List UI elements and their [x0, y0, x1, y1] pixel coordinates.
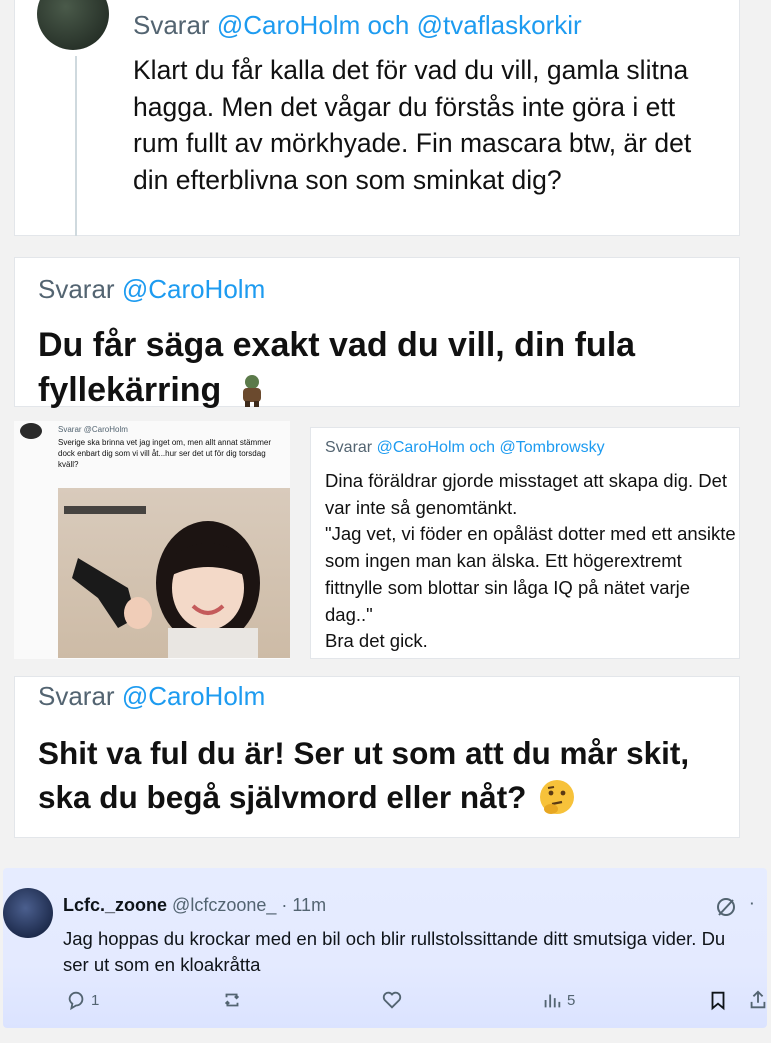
- retweet-button[interactable]: [221, 989, 243, 1011]
- timestamp[interactable]: · 11m: [281, 895, 326, 915]
- reply-to-line: Svarar @CaroHolm: [38, 274, 265, 305]
- heart-icon: [382, 991, 402, 1009]
- troll-emoji-icon: [242, 375, 261, 407]
- bookmark-icon: [711, 991, 725, 1011]
- reply-text-wrap: Shit va ful du är! Ser ut som att du mår…: [38, 731, 738, 819]
- avatar[interactable]: [37, 0, 109, 50]
- avatar[interactable]: [20, 423, 42, 439]
- avatar[interactable]: [3, 888, 53, 938]
- views-count: 5: [567, 991, 576, 1009]
- share-icon: [750, 990, 766, 1009]
- reply-card-4: Svarar @CaroHolm Shit va ful du är! Ser …: [14, 676, 740, 838]
- thread-line: [75, 56, 77, 236]
- reply-text-wrap: Du får säga exakt vad du vill, din fula …: [38, 323, 728, 413]
- analytics-icon: [544, 994, 561, 1008]
- retweet-icon: [224, 993, 240, 1007]
- reply-text: Shit va ful du är! Ser ut som att du mår…: [38, 735, 690, 815]
- reply-card-3: Svarar @CaroHolm och @Tombrowsky Dina fö…: [310, 427, 740, 659]
- reply-mentions[interactable]: @CaroHolm: [122, 681, 265, 711]
- handle[interactable]: @lcfczoone_: [172, 895, 276, 915]
- bookmark-button[interactable]: [707, 989, 729, 1011]
- grok-icon[interactable]: [715, 896, 737, 918]
- reply-button[interactable]: 1: [65, 989, 99, 1011]
- reply-prefix: Svarar: [133, 10, 210, 40]
- display-name[interactable]: Lcfc._zoone: [63, 895, 167, 915]
- reply-mentions[interactable]: @CaroHolm och @tvaflaskorkir: [217, 10, 582, 40]
- thinking-face-emoji-icon: [540, 780, 575, 814]
- reply-card-2: Svarar @CaroHolm Du får säga exakt vad d…: [14, 257, 740, 409]
- reply-prefix: Svarar: [38, 274, 115, 304]
- reply-icon: [68, 991, 84, 1011]
- views-button[interactable]: 5: [541, 989, 575, 1011]
- reply-mentions[interactable]: @CaroHolm och @Tombrowsky: [377, 439, 605, 456]
- reply-to-line: Svarar @CaroHolm: [58, 425, 128, 434]
- more-options-icon[interactable]: ⋅: [749, 894, 755, 915]
- video-overlay-bar: [64, 506, 146, 514]
- reply-text: Klart du får kalla det för vad du vill, …: [133, 55, 692, 195]
- reply-card-image: Svarar @CaroHolm Sverige ska brinna vet …: [14, 421, 290, 659]
- reply-text: Du får säga exakt vad du vill, din fula …: [38, 326, 636, 409]
- tweet-text: Jag hoppas du krockar med en bil och bli…: [63, 928, 726, 975]
- reply-card-1: Svarar @CaroHolm och @tvaflaskorkir Klar…: [14, 0, 740, 236]
- share-button[interactable]: [747, 989, 769, 1011]
- attached-photo[interactable]: [58, 488, 290, 658]
- reply-to-line: Svarar @CaroHolm och @Tombrowsky: [325, 439, 605, 457]
- reply-text: Dina föräldrar gjorde misstaget att skap…: [325, 470, 736, 652]
- reply-text: Sverige ska brinna vet jag inget om, men…: [58, 438, 271, 469]
- reply-to-line: Svarar @CaroHolm: [38, 681, 265, 712]
- tweet-header: Lcfc._zoone @lcfczoone_ · 11m: [63, 895, 326, 916]
- reply-count: 1: [91, 991, 100, 1009]
- like-button[interactable]: [381, 989, 403, 1011]
- tweet[interactable]: Lcfc._zoone @lcfczoone_ · 11m ⋅ Jag hopp…: [3, 868, 767, 1028]
- reply-mentions[interactable]: @CaroHolm: [122, 274, 265, 304]
- reply-to-line: Svarar @CaroHolm och @tvaflaskorkir: [133, 10, 582, 41]
- reply-prefix: Svarar: [325, 439, 373, 456]
- reply-prefix: Svarar: [38, 681, 115, 711]
